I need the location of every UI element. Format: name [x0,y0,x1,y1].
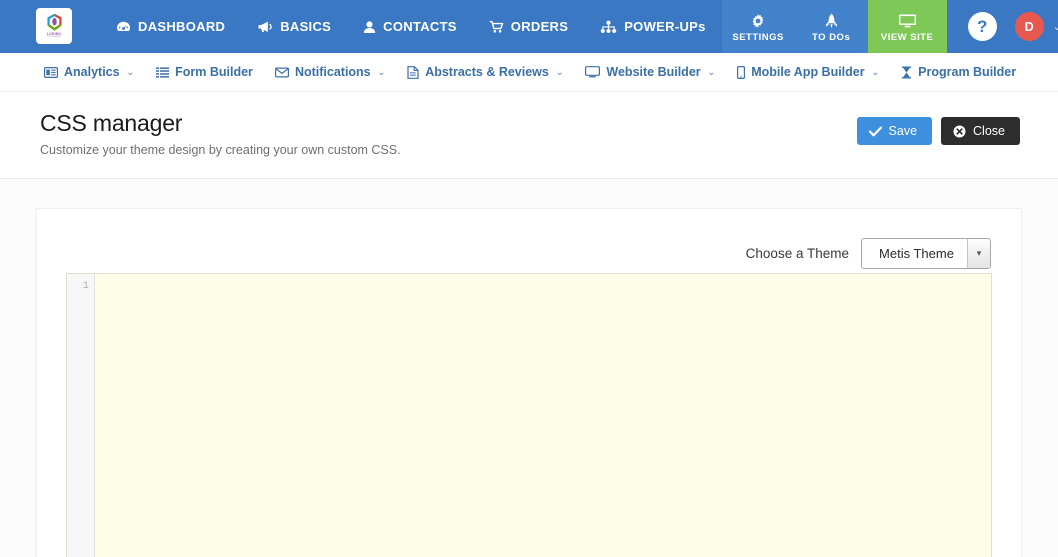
settings-label: SETTINGS [732,31,784,43]
css-editor-panel: Choose a Theme Metis Theme ▾ 1 [36,208,1022,557]
chevron-down-icon: ⌄ [377,66,386,77]
subnav-item-label: Website Builder [606,65,701,79]
chevron-down-icon: ⌄ [707,66,716,77]
save-button-label: Save [888,124,918,138]
dashboard-icon [117,21,130,31]
nav-item-contacts[interactable]: CONTACTS [347,0,473,53]
css-code-editor[interactable]: 1 [66,273,992,557]
nav-item-label: CONTACTS [383,19,457,34]
gear-icon [752,13,764,28]
theme-select-wrapper: Metis Theme ▾ [861,237,991,269]
subnav-item-label: Form Builder [175,65,253,79]
list-icon [156,66,170,78]
main-nav-list: DASHBOARD BASICS CONTACTS ORDERS POWER-U… [100,0,722,53]
help-icon: ? [976,16,988,36]
nav-item-label: BASICS [280,19,332,34]
brand-tagline: CO Solution [47,34,61,38]
nav-item-label: ORDERS [510,19,569,34]
analytics-icon [44,66,58,78]
subnav-item-label: Analytics [64,65,120,79]
subnav-item-label: Program Builder [918,65,1017,79]
avatar-initial: D [1024,19,1034,34]
top-right-actions: SETTINGS TO DOs VIEW SITE ? D ⌄ [721,0,1058,53]
nav-item-powerups[interactable]: POWER-UPs [584,0,721,53]
megaphone-icon [258,21,272,32]
subnav-item-abstracts-reviews[interactable]: Abstracts & Reviews ⌄ [407,65,563,79]
brand-logo-icon [46,13,62,31]
avatar[interactable]: D [1014,12,1044,41]
user-icon [363,20,376,33]
help-button[interactable]: ? [967,12,997,41]
view-site-label: VIEW SITE [880,31,934,43]
subnav-item-analytics[interactable]: Analytics ⌄ [44,65,134,79]
cart-icon [489,20,504,33]
content-area: Choose a Theme Metis Theme ▾ 1 [0,179,1058,557]
chevron-down-icon: ⌄ [871,66,880,77]
user-menu-chevron-down-icon[interactable]: ⌄ [1053,20,1058,33]
nav-item-dashboard[interactable]: DASHBOARD [100,0,241,53]
subnav-item-program-builder[interactable]: Program Builder [901,65,1016,79]
page-header: CSS manager Customize your theme design … [0,92,1058,179]
view-site-button[interactable]: VIEW SITE [867,0,947,53]
chevron-down-icon: ⌄ [555,66,564,77]
subnav-item-notifications[interactable]: Notifications ⌄ [274,65,386,79]
subnav-item-mobile-app-builder[interactable]: Mobile App Builder ⌄ [737,65,879,79]
close-button-label: Close [973,124,1005,138]
monitor-icon [585,66,601,78]
todos-label: TO DOs [812,31,851,43]
envelope-icon [274,67,289,77]
nav-item-basics[interactable]: BASICS [241,0,347,53]
mobile-icon [737,65,746,79]
monitor-icon [898,14,916,27]
sub-navbar: Analytics ⌄ Form Builder Notifications ⌄… [0,53,1058,92]
settings-button[interactable]: SETTINGS [721,0,795,53]
theme-select[interactable]: Metis Theme [861,237,991,269]
sitemap-icon [600,20,617,33]
brand-logo[interactable]: LORIEN CO Solution [36,8,72,44]
subnav-item-label: Notifications [294,65,371,79]
nav-item-label: DASHBOARD [138,19,226,34]
nav-item-label: POWER-UPs [624,19,706,34]
theme-chooser-row: Choose a Theme Metis Theme ▾ [37,209,1021,273]
document-icon [407,65,419,79]
check-icon [868,126,882,136]
theme-chooser-label: Choose a Theme [745,245,849,261]
top-navbar: LORIEN CO Solution DASHBOARD BASICS CONT… [0,0,1058,53]
nav-item-orders[interactable]: ORDERS [473,0,584,53]
chevron-down-icon: ⌄ [126,66,135,77]
rocket-icon [825,13,837,28]
close-circle-icon [953,125,966,137]
todos-button[interactable]: TO DOs [794,0,868,53]
close-button[interactable]: Close [941,117,1020,145]
save-button[interactable]: Save [856,117,933,145]
hourglass-icon [902,66,912,78]
subnav-item-form-builder[interactable]: Form Builder [156,65,253,79]
subnav-item-website-builder[interactable]: Website Builder ⌄ [585,65,715,79]
css-code-input[interactable] [95,274,991,557]
page-subtitle: Customize your theme design by creating … [40,143,401,157]
line-number: 1 [82,280,89,292]
subnav-item-label: Abstracts & Reviews [425,65,549,79]
page-header-actions: Save Close [856,117,1020,145]
subnav-item-label: Mobile App Builder [751,65,865,79]
editor-gutter: 1 [67,274,95,557]
